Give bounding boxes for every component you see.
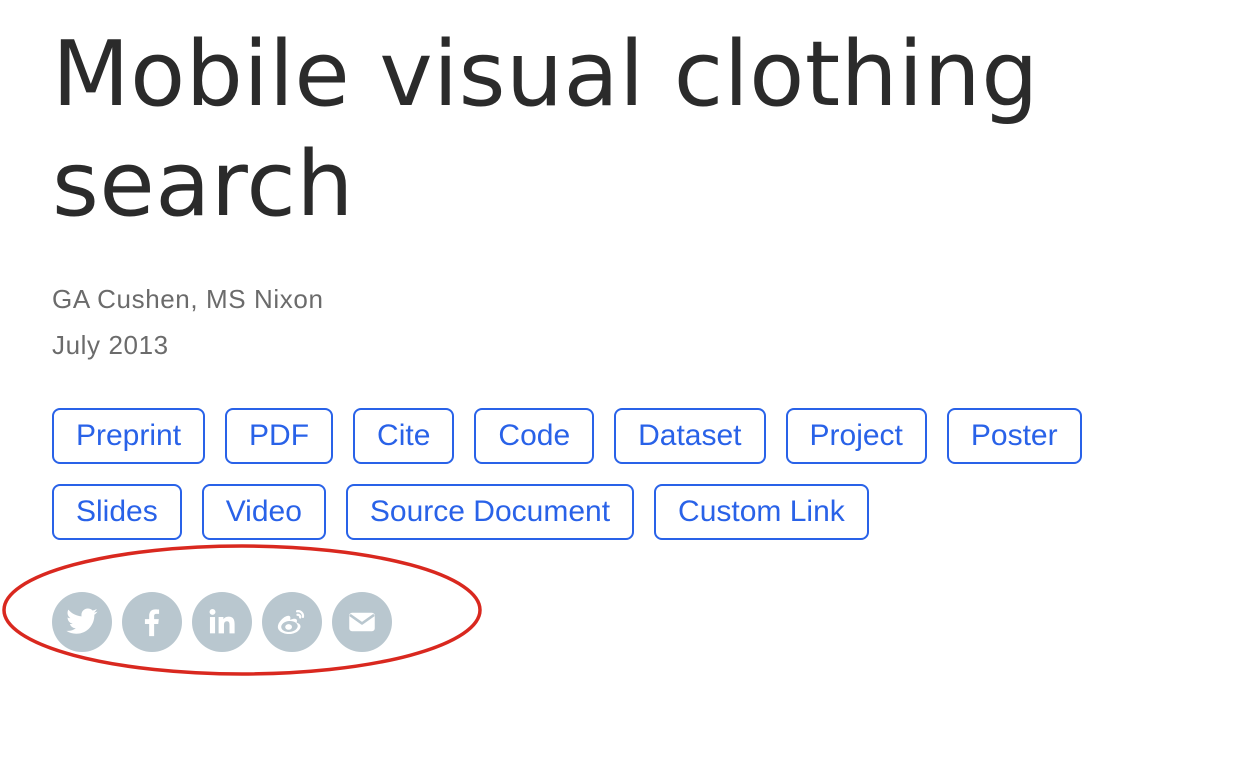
email-icon [349,612,375,632]
preprint-button[interactable]: Preprint [52,408,206,464]
publication-meta: GA Cushen, MS Nixon July 2013 [52,276,1202,368]
share-email-button[interactable] [332,592,392,652]
publication-date: July 2013 [52,330,169,360]
share-buttons [52,592,1202,652]
cite-button[interactable]: Cite [353,408,455,464]
publication-page: Mobile visual clothing search GA Cushen,… [52,20,1202,652]
project-button[interactable]: Project [785,408,927,464]
page-title: Mobile visual clothing search [52,22,1039,237]
twitter-icon [66,608,98,634]
linkedin-icon [209,608,235,634]
source-document-button[interactable]: Source Document [345,484,635,540]
facebook-icon [144,609,160,637]
code-button[interactable]: Code [474,408,595,464]
pdf-button[interactable]: PDF [225,408,334,464]
dataset-button[interactable]: Dataset [614,408,766,464]
slides-button[interactable]: Slides [52,484,182,540]
weibo-icon [277,610,305,635]
share-facebook-button[interactable] [122,592,182,652]
publication-links: Preprint PDF Cite Code Dataset Project P… [52,408,1112,540]
share-twitter-button[interactable] [52,592,112,652]
share-weibo-button[interactable] [262,592,322,652]
authors: GA Cushen, MS Nixon [52,284,324,314]
poster-button[interactable]: Poster [946,408,1082,464]
video-button[interactable]: Video [201,484,326,540]
share-linkedin-button[interactable] [192,592,252,652]
custom-link-button[interactable]: Custom Link [654,484,869,540]
